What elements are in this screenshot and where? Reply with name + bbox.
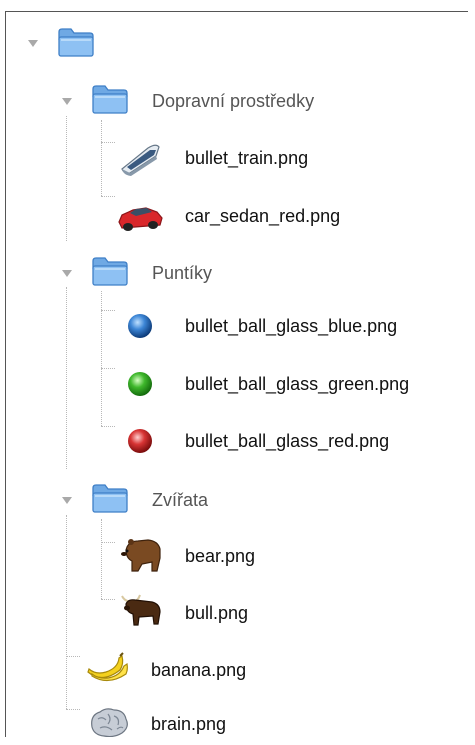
- tree-node-folder[interactable]: Puntíky: [6, 257, 468, 287]
- collapse-toggle[interactable]: [27, 37, 39, 49]
- file-label: brain.png: [151, 714, 227, 734]
- tree-node-folder[interactable]: Dopravní prostředky: [6, 85, 468, 115]
- bullet-train-icon: [116, 136, 164, 178]
- file-label: bullet_ball_glass_green.png: [185, 374, 410, 394]
- folder-icon: [56, 26, 96, 58]
- bull-icon: [116, 590, 164, 632]
- green-ball-icon: [120, 364, 168, 406]
- tree-node-file[interactable]: bullet_ball_glass_red.png: [6, 426, 468, 456]
- file-label: bullet_ball_glass_red.png: [185, 431, 390, 451]
- file-tree: Dopravní prostředky bullet_train.png car…: [5, 11, 468, 737]
- collapse-toggle[interactable]: [61, 267, 73, 279]
- folder-icon: [90, 83, 130, 115]
- bear-icon: [118, 533, 166, 575]
- red-car-icon: [116, 194, 164, 236]
- collapse-toggle[interactable]: [61, 95, 73, 107]
- tree-node-file[interactable]: brain.png: [6, 708, 468, 737]
- tree-node-file[interactable]: bullet_ball_glass_green.png: [6, 369, 468, 399]
- brain-icon: [84, 701, 132, 737]
- tree-node-file[interactable]: bull.png: [6, 594, 468, 628]
- file-label: bear.png: [185, 546, 256, 566]
- folder-label: Dopravní prostředky: [152, 91, 315, 111]
- folder-icon: [90, 255, 130, 287]
- tree-node-file[interactable]: bullet_train.png: [6, 143, 468, 176]
- file-label: bullet_train.png: [185, 148, 309, 168]
- tree-node-file[interactable]: bear.png: [6, 539, 468, 572]
- file-label: banana.png: [151, 660, 247, 680]
- tree-node-root[interactable]: [6, 28, 468, 58]
- banana-icon: [84, 646, 132, 688]
- file-label: bullet_ball_glass_blue.png: [185, 316, 398, 336]
- folder-label: Zvířata: [152, 490, 209, 510]
- red-ball-icon: [120, 421, 168, 463]
- tree-node-file[interactable]: banana.png: [6, 652, 468, 685]
- collapse-toggle[interactable]: [61, 494, 73, 506]
- tree-node-folder[interactable]: Zvířata: [6, 484, 468, 514]
- blue-ball-icon: [120, 306, 168, 348]
- folder-icon: [90, 482, 130, 514]
- tree-node-file[interactable]: car_sedan_red.png: [6, 201, 468, 231]
- file-label: bull.png: [185, 603, 249, 623]
- tree-connector: [101, 196, 115, 197]
- file-label: car_sedan_red.png: [185, 206, 341, 226]
- tree-node-file[interactable]: bullet_ball_glass_blue.png: [6, 311, 468, 341]
- folder-label: Puntíky: [152, 263, 213, 283]
